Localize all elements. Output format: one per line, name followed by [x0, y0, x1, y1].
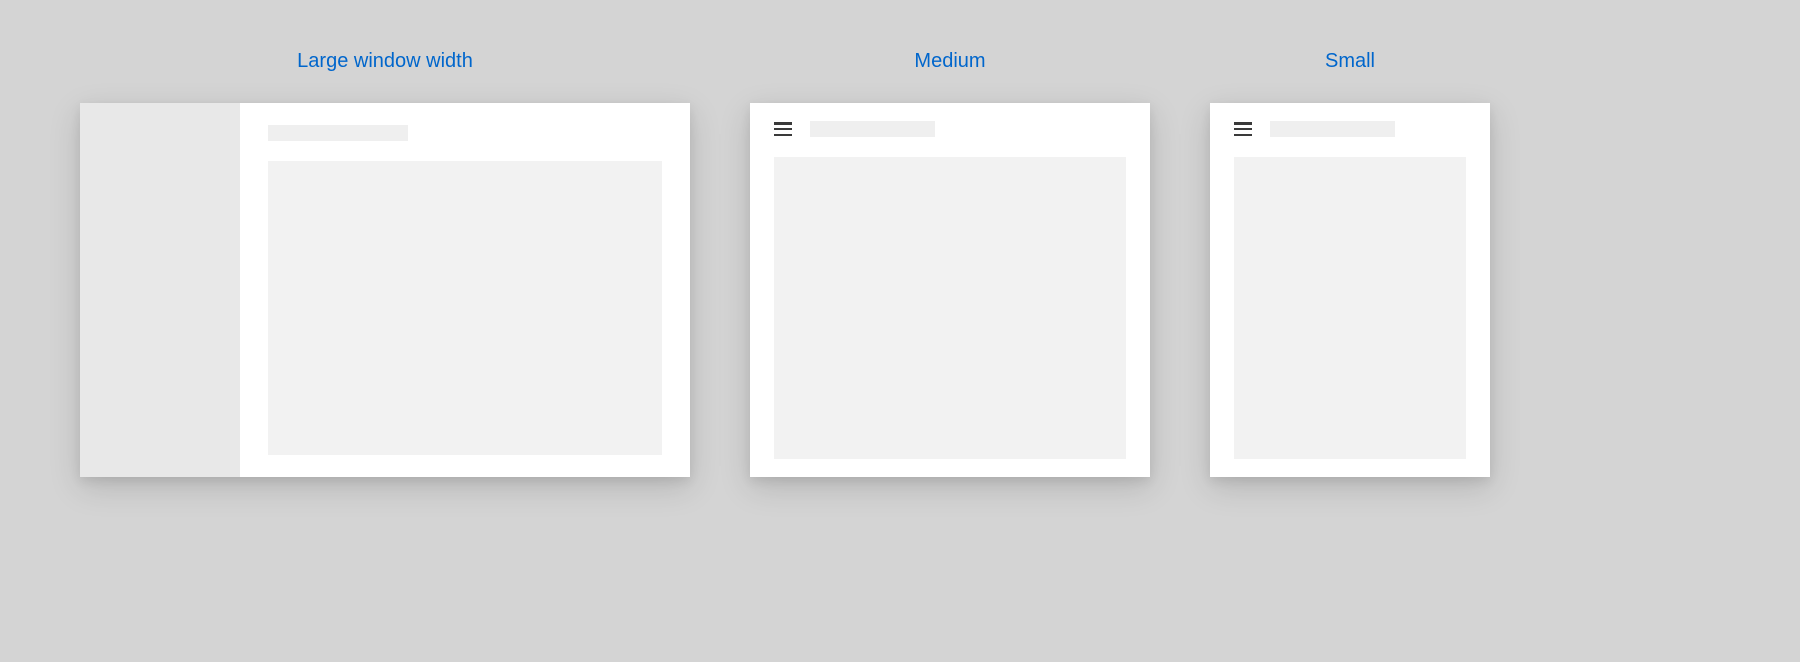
layout-group-small: Small — [1210, 50, 1490, 477]
content-area-large — [240, 103, 690, 477]
responsive-layouts-diagram: Large window width Medium — [80, 50, 1490, 477]
header-row — [1234, 121, 1466, 137]
sidebar-panel — [80, 103, 240, 477]
layout-label-large: Large window width — [297, 50, 473, 73]
layout-label-small: Small — [1325, 50, 1375, 73]
body-placeholder — [774, 157, 1126, 459]
hamburger-icon[interactable] — [774, 122, 792, 136]
title-placeholder — [810, 121, 935, 137]
window-frame-small — [1210, 103, 1490, 477]
header-row — [774, 121, 1126, 137]
layout-label-medium: Medium — [914, 50, 985, 73]
content-area-small — [1210, 103, 1490, 477]
hamburger-icon[interactable] — [1234, 122, 1252, 136]
content-area-medium — [750, 103, 1150, 477]
title-placeholder — [1270, 121, 1395, 137]
body-placeholder — [1234, 157, 1466, 459]
window-frame-large — [80, 103, 690, 477]
layout-group-medium: Medium — [750, 50, 1150, 477]
layout-group-large: Large window width — [80, 50, 690, 477]
body-placeholder — [268, 161, 662, 455]
window-frame-medium — [750, 103, 1150, 477]
title-placeholder — [268, 125, 408, 141]
